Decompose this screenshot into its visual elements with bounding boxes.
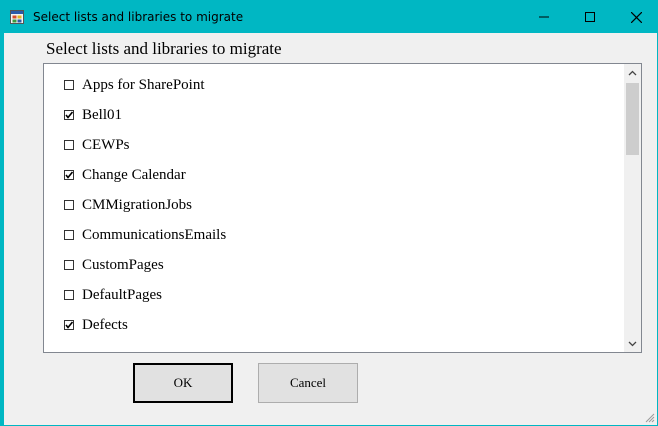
checkbox-unchecked[interactable]	[64, 230, 74, 240]
checkmark-icon	[65, 171, 74, 179]
close-icon	[630, 11, 642, 23]
maximize-button[interactable]	[567, 1, 613, 33]
list-item-label: CommunicationsEmails	[82, 226, 227, 243]
window-title: Select lists and libraries to migrate	[33, 10, 244, 24]
list-item-label: Apps for SharePoint	[82, 76, 205, 93]
list-item[interactable]: Bell01	[64, 105, 122, 125]
checkbox-checked[interactable]	[64, 170, 74, 180]
chevron-up-icon	[628, 70, 637, 75]
list-item-label: Change Calendar	[82, 166, 186, 183]
ok-button[interactable]: OK	[133, 363, 233, 403]
list-item[interactable]: CommunicationsEmails	[64, 225, 226, 245]
list-item-label: Bell01	[82, 106, 122, 123]
checkmark-icon	[65, 111, 74, 119]
vertical-scrollbar[interactable]	[624, 64, 641, 352]
checkmark-icon	[65, 321, 74, 329]
window-border-strip	[1, 33, 4, 425]
chevron-down-icon	[628, 341, 637, 346]
cancel-button[interactable]: Cancel	[258, 363, 358, 403]
lists-libraries-listbox[interactable]: Apps for SharePoint Bell01 CEWPs Change Cal…	[43, 63, 642, 353]
list-item-label: CustomPages	[82, 256, 164, 273]
list-header-label: Select lists and libraries to migrate	[46, 39, 282, 58]
checkbox-unchecked[interactable]	[64, 260, 74, 270]
checkbox-checked[interactable]	[64, 110, 74, 120]
list-items-container: Apps for SharePoint Bell01 CEWPs Change Cal…	[44, 64, 624, 352]
checkbox-unchecked[interactable]	[64, 140, 74, 150]
list-item[interactable]: CMMigrationJobs	[64, 195, 192, 215]
list-item[interactable]: CustomPages	[64, 255, 164, 275]
minimize-button[interactable]	[521, 1, 567, 33]
title-bar[interactable]: Select lists and libraries to migrate	[1, 1, 657, 33]
scroll-thumb[interactable]	[626, 83, 639, 155]
checkbox-unchecked[interactable]	[64, 290, 74, 300]
list-item[interactable]: Apps for SharePoint	[64, 75, 205, 95]
maximize-icon	[585, 12, 595, 22]
scroll-up-button[interactable]	[624, 64, 641, 81]
list-item[interactable]: Defects	[64, 315, 128, 335]
resize-grip-icon[interactable]	[643, 411, 655, 423]
list-item[interactable]: Change Calendar	[64, 165, 186, 185]
minimize-icon	[539, 16, 549, 18]
close-button[interactable]	[613, 1, 658, 33]
list-item-label: CEWPs	[82, 136, 130, 153]
list-item-label: DefaultPages	[82, 286, 162, 303]
checkbox-unchecked[interactable]	[64, 80, 74, 90]
checkbox-unchecked[interactable]	[64, 200, 74, 210]
list-item-label: Defects	[82, 316, 128, 333]
list-item[interactable]: CEWPs	[64, 135, 130, 155]
app-icon	[10, 10, 24, 24]
list-item[interactable]: DefaultPages	[64, 285, 162, 305]
list-item-label: CMMigrationJobs	[82, 196, 193, 213]
checkbox-checked[interactable]	[64, 320, 74, 330]
dialog-window: Select lists and libraries to migrate Se…	[0, 0, 658, 426]
scroll-down-button[interactable]	[624, 335, 641, 352]
